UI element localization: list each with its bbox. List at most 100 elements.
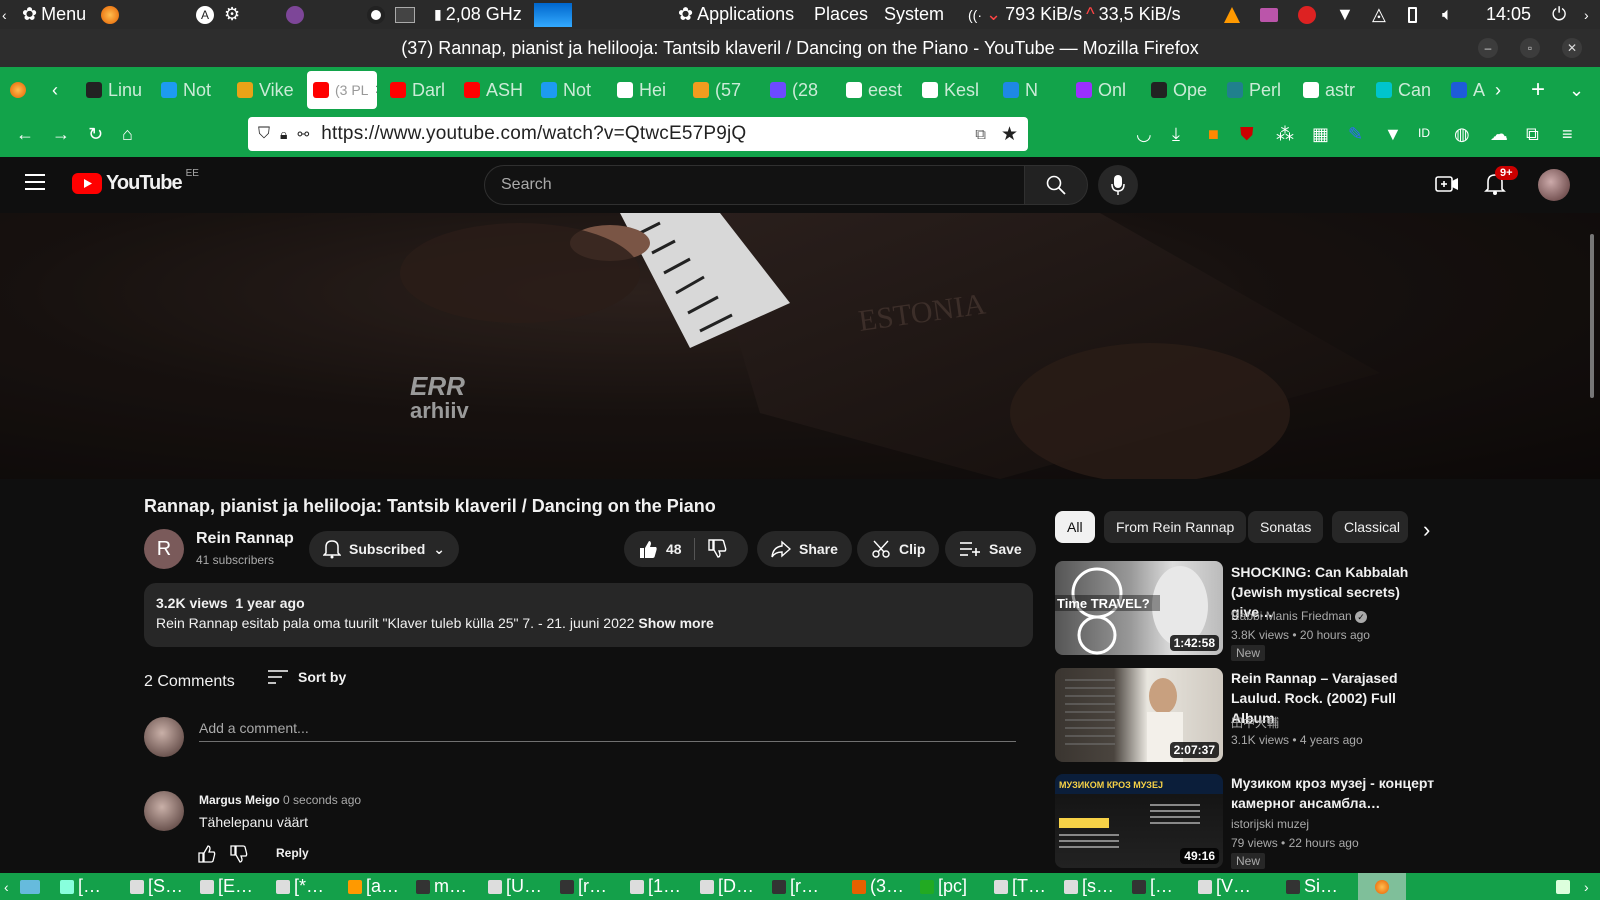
chip-all[interactable]: All [1055, 511, 1095, 543]
subscribed-button[interactable]: Subscribed ⌄ [309, 531, 459, 567]
tabs-scroll-left[interactable]: ‹ [52, 71, 72, 109]
browser-tab[interactable]: Onl [1076, 71, 1138, 109]
menu-button[interactable]: ✿ Menu [22, 0, 86, 29]
taskbar-window-button[interactable]: Si… [1286, 873, 1338, 900]
search-input[interactable]: Search [484, 165, 1026, 205]
power-icon[interactable]: ⏻ [1552, 0, 1566, 29]
comment-dislike-button[interactable] [230, 845, 248, 863]
guide-menu-icon[interactable] [25, 174, 45, 190]
url-text[interactable]: https://www.youtube.com/watch?v=QtwcE57P… [321, 123, 746, 145]
translate-icon[interactable]: ⧉ [975, 126, 986, 143]
channel-avatar[interactable]: R [144, 529, 184, 569]
clip-button[interactable]: Clip [857, 531, 940, 567]
accessibility-icon[interactable]: A [196, 0, 214, 29]
related-thumbnail[interactable]: Time TRAVEL? 1:42:58 [1055, 561, 1223, 655]
panel-left-arrow[interactable]: ‹ [2, 0, 7, 29]
panel-right-arrow[interactable]: › [1584, 0, 1589, 29]
chip-classical[interactable]: Classical [1332, 511, 1408, 543]
show-desktop-button[interactable] [20, 873, 40, 900]
create-button[interactable] [1435, 173, 1459, 195]
like-button[interactable]: 48 [638, 539, 682, 559]
bookmark-star-icon[interactable]: ★ [1001, 123, 1018, 146]
applications-menu[interactable]: ✿ Applications [678, 0, 794, 29]
close-tab-icon[interactable]: ✕ [374, 82, 377, 98]
screen-icon[interactable] [1260, 0, 1278, 29]
chip-sonatas[interactable]: Sonatas [1248, 511, 1324, 543]
comment-time[interactable]: 0 seconds ago [283, 793, 361, 807]
hamburger-menu-icon[interactable]: ≡ [1562, 124, 1573, 145]
search-button[interactable] [1024, 165, 1088, 205]
maximize-button[interactable]: ▫ [1520, 38, 1540, 58]
sort-by-button[interactable]: Sort by [268, 669, 346, 685]
vlc-icon[interactable] [1224, 0, 1240, 29]
browser-tab[interactable]: N [1003, 71, 1065, 109]
description-box[interactable]: 3.2K views 1 year ago Rein Rannap esitab… [144, 583, 1033, 647]
commenter-avatar[interactable] [144, 791, 184, 831]
taskbar-window-button[interactable]: (3… [852, 873, 904, 900]
related-channel[interactable]: istorijski muzej [1231, 817, 1309, 831]
dislike-button[interactable] [707, 539, 727, 559]
related-title[interactable]: Музиком кроз музеј - концерт камерног ан… [1231, 773, 1441, 813]
taskbar-window-button[interactable]: [E… [200, 873, 253, 900]
settings-gears-icon[interactable]: ⚙ [224, 0, 240, 29]
trash-icon[interactable] [1556, 873, 1570, 900]
related-thumbnail[interactable]: МУЗИКОМ КРОЗ МУЗЕЈ 49:16 [1055, 774, 1223, 868]
browser-tab[interactable]: Can [1376, 71, 1438, 109]
account-avatar[interactable] [1538, 169, 1570, 201]
url-bar[interactable]: ⛉ 🔒︎ ⚯ https://www.youtube.com/watch?v=Q… [248, 117, 1028, 151]
shield-icon[interactable]: ⛉ [258, 125, 270, 143]
forward-arrow-icon[interactable]: → [52, 124, 70, 145]
video-player[interactable]: ESTONIA ERR arhiiv [0, 213, 1600, 479]
notifications-button[interactable]: 9+ [1484, 166, 1518, 196]
taskbar-window-button[interactable]: [U… [488, 873, 542, 900]
id-badge-icon[interactable]: ID [1418, 126, 1430, 140]
globe-icon[interactable]: ◍ [1454, 124, 1470, 145]
reply-button[interactable]: Reply [276, 846, 309, 860]
reload-icon[interactable]: ↻ [88, 124, 103, 145]
ext-square-icon[interactable]: ■ [1208, 124, 1219, 145]
related-thumbnail[interactable]: 2:07:37 [1055, 668, 1223, 762]
notification-bell-icon[interactable]: ◬ [1372, 0, 1386, 29]
browser-tab[interactable]: Hei [617, 71, 679, 109]
browser-tab[interactable]: (3 PL ✕ [307, 71, 377, 109]
browser-tab[interactable]: Kesl [922, 71, 984, 109]
browser-tab[interactable]: (28 [770, 71, 832, 109]
browser-tab[interactable]: ASH [464, 71, 526, 109]
browser-tab[interactable]: astr [1303, 71, 1365, 109]
calendar-icon[interactable]: ▦ [1312, 124, 1329, 145]
new-tab-button[interactable]: + [1531, 71, 1551, 109]
browser-tab[interactable]: Perl [1227, 71, 1289, 109]
firefox-launcher-icon[interactable] [101, 0, 119, 29]
filter-icon[interactable]: ▼ [1384, 124, 1402, 145]
taskbar-window-button[interactable]: [r… [772, 873, 819, 900]
list-tabs-button[interactable]: ⌄ [1569, 71, 1589, 109]
browser-tab[interactable]: eest [846, 71, 908, 109]
chip-from-channel[interactable]: From Rein Rannap [1104, 511, 1247, 543]
taskbar-active-window[interactable] [1358, 873, 1406, 900]
opera-icon[interactable] [367, 0, 385, 29]
page-scrollbar-thumb[interactable] [1590, 234, 1594, 398]
browser-tab[interactable]: Not [541, 71, 603, 109]
taskbar-window-button[interactable]: [T… [994, 873, 1046, 900]
taskbar-left-arrow[interactable]: ‹ [4, 873, 9, 900]
browser-tab[interactable]: Ope [1151, 71, 1213, 109]
downloads-icon[interactable]: ⤓ [1172, 124, 1180, 145]
comment-author[interactable]: Margus Meigo [199, 793, 280, 807]
taskbar-window-button[interactable]: [… [60, 873, 101, 900]
browser-tab[interactable]: (57 [693, 71, 755, 109]
permissions-icon[interactable]: ⚯ [297, 126, 309, 143]
ext-puzzle-a-icon[interactable]: ⁂ [1276, 124, 1294, 145]
close-window-button[interactable]: ✕ [1562, 38, 1582, 58]
taskbar-window-button[interactable]: [… [1132, 873, 1173, 900]
tabs-scroll-right[interactable]: › [1495, 71, 1515, 109]
taskbar-right-arrow[interactable]: › [1584, 873, 1589, 900]
firefox-view-button[interactable] [10, 71, 32, 109]
taskbar-window-button[interactable]: m… [416, 873, 467, 900]
browser-tab[interactable]: Darl [390, 71, 452, 109]
voice-search-button[interactable] [1098, 165, 1138, 205]
channel-name[interactable]: Rein Rannap [196, 530, 294, 548]
related-channel[interactable]: 田中大輔 [1231, 714, 1279, 731]
pocket-icon[interactable]: ◡ [1136, 124, 1152, 145]
browser-tab[interactable]: Linu [86, 71, 148, 109]
browser-tab[interactable]: Not [161, 71, 223, 109]
